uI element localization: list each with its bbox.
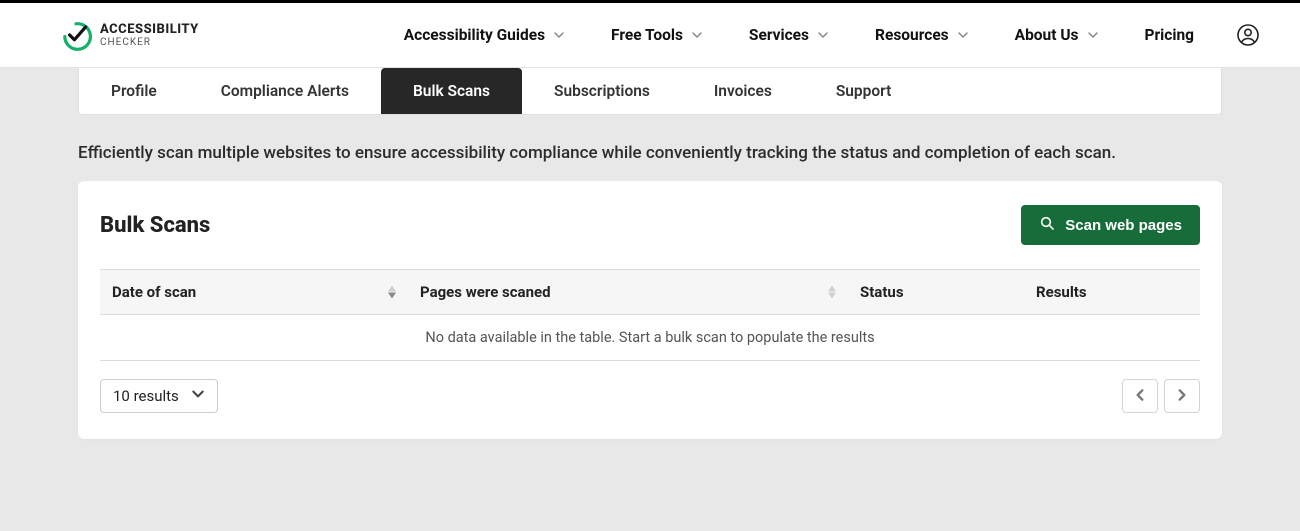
scan-button-label: Scan web pages <box>1065 217 1182 234</box>
sort-icon <box>388 286 396 299</box>
tab-label: Support <box>836 82 891 100</box>
next-page-button[interactable] <box>1164 379 1200 413</box>
bulk-scans-card: Bulk Scans Scan web pages Date of scan <box>78 181 1222 439</box>
chevron-down-icon <box>191 387 205 405</box>
tab-label: Invoices <box>714 82 772 100</box>
nav-services[interactable]: Services <box>749 26 829 44</box>
tab-label: Profile <box>111 82 157 100</box>
col-label: Pages were scaned <box>420 283 551 301</box>
nav-label: Pricing <box>1145 26 1195 44</box>
empty-message: No data available in the table. Start a … <box>100 315 1200 361</box>
col-label: Results <box>1036 283 1087 301</box>
nav-resources[interactable]: Resources <box>875 26 969 44</box>
chevron-down-icon <box>1087 29 1099 41</box>
chevron-down-icon <box>691 29 703 41</box>
nav-label: Accessibility Guides <box>404 26 545 44</box>
col-label: Status <box>860 283 904 301</box>
scan-web-pages-button[interactable]: Scan web pages <box>1021 205 1200 245</box>
pagination <box>1122 379 1200 413</box>
nav-label: Free Tools <box>611 26 683 44</box>
tab-label: Subscriptions <box>554 82 650 100</box>
nav-about-us[interactable]: About Us <box>1015 26 1099 44</box>
account-icon[interactable] <box>1236 23 1260 47</box>
sort-icon <box>828 286 836 299</box>
tab-bulk-scans[interactable]: Bulk Scans <box>381 68 522 114</box>
table-empty-row: No data available in the table. Start a … <box>100 315 1200 361</box>
col-results[interactable]: Results <box>1024 270 1200 315</box>
tab-subscriptions[interactable]: Subscriptions <box>522 68 682 114</box>
col-status[interactable]: Status <box>848 270 1024 315</box>
tab-compliance-alerts[interactable]: Compliance Alerts <box>189 68 381 114</box>
tab-label: Compliance Alerts <box>221 82 349 100</box>
page-size-label: 10 results <box>113 387 179 405</box>
brand-name-line2: CHECKER <box>100 38 199 48</box>
chevron-right-icon <box>1175 388 1189 405</box>
col-date[interactable]: Date of scan <box>100 270 408 315</box>
page-size-select[interactable]: 10 results <box>100 379 218 413</box>
bulk-scans-table: Date of scan Pages were scaned Status <box>100 269 1200 361</box>
nav-pricing[interactable]: Pricing <box>1145 26 1195 44</box>
page-intro: Efficiently scan multiple websites to en… <box>78 143 1222 163</box>
card-title: Bulk Scans <box>100 213 210 238</box>
nav-free-tools[interactable]: Free Tools <box>611 26 703 44</box>
search-icon <box>1039 215 1055 235</box>
col-label: Date of scan <box>112 283 196 301</box>
prev-page-button[interactable] <box>1122 379 1158 413</box>
tab-label: Bulk Scans <box>413 82 490 100</box>
tab-invoices[interactable]: Invoices <box>682 68 804 114</box>
brand-logo[interactable]: ACCESSIBILITY CHECKER <box>60 19 199 51</box>
primary-nav: Accessibility Guides Free Tools Services… <box>404 26 1194 44</box>
nav-label: Resources <box>875 26 949 44</box>
chevron-left-icon <box>1133 388 1147 405</box>
tab-support[interactable]: Support <box>804 68 923 114</box>
chevron-down-icon <box>553 29 565 41</box>
brand-name-line1: ACCESSIBILITY <box>100 23 199 36</box>
logo-check-icon <box>60 19 92 51</box>
account-tabs: Profile Compliance Alerts Bulk Scans Sub… <box>78 68 1222 115</box>
chevron-down-icon <box>817 29 829 41</box>
nav-label: About Us <box>1015 26 1079 44</box>
col-pages[interactable]: Pages were scaned <box>408 270 848 315</box>
nav-accessibility-guides[interactable]: Accessibility Guides <box>404 26 565 44</box>
chevron-down-icon <box>957 29 969 41</box>
tab-profile[interactable]: Profile <box>79 68 189 114</box>
nav-label: Services <box>749 26 809 44</box>
